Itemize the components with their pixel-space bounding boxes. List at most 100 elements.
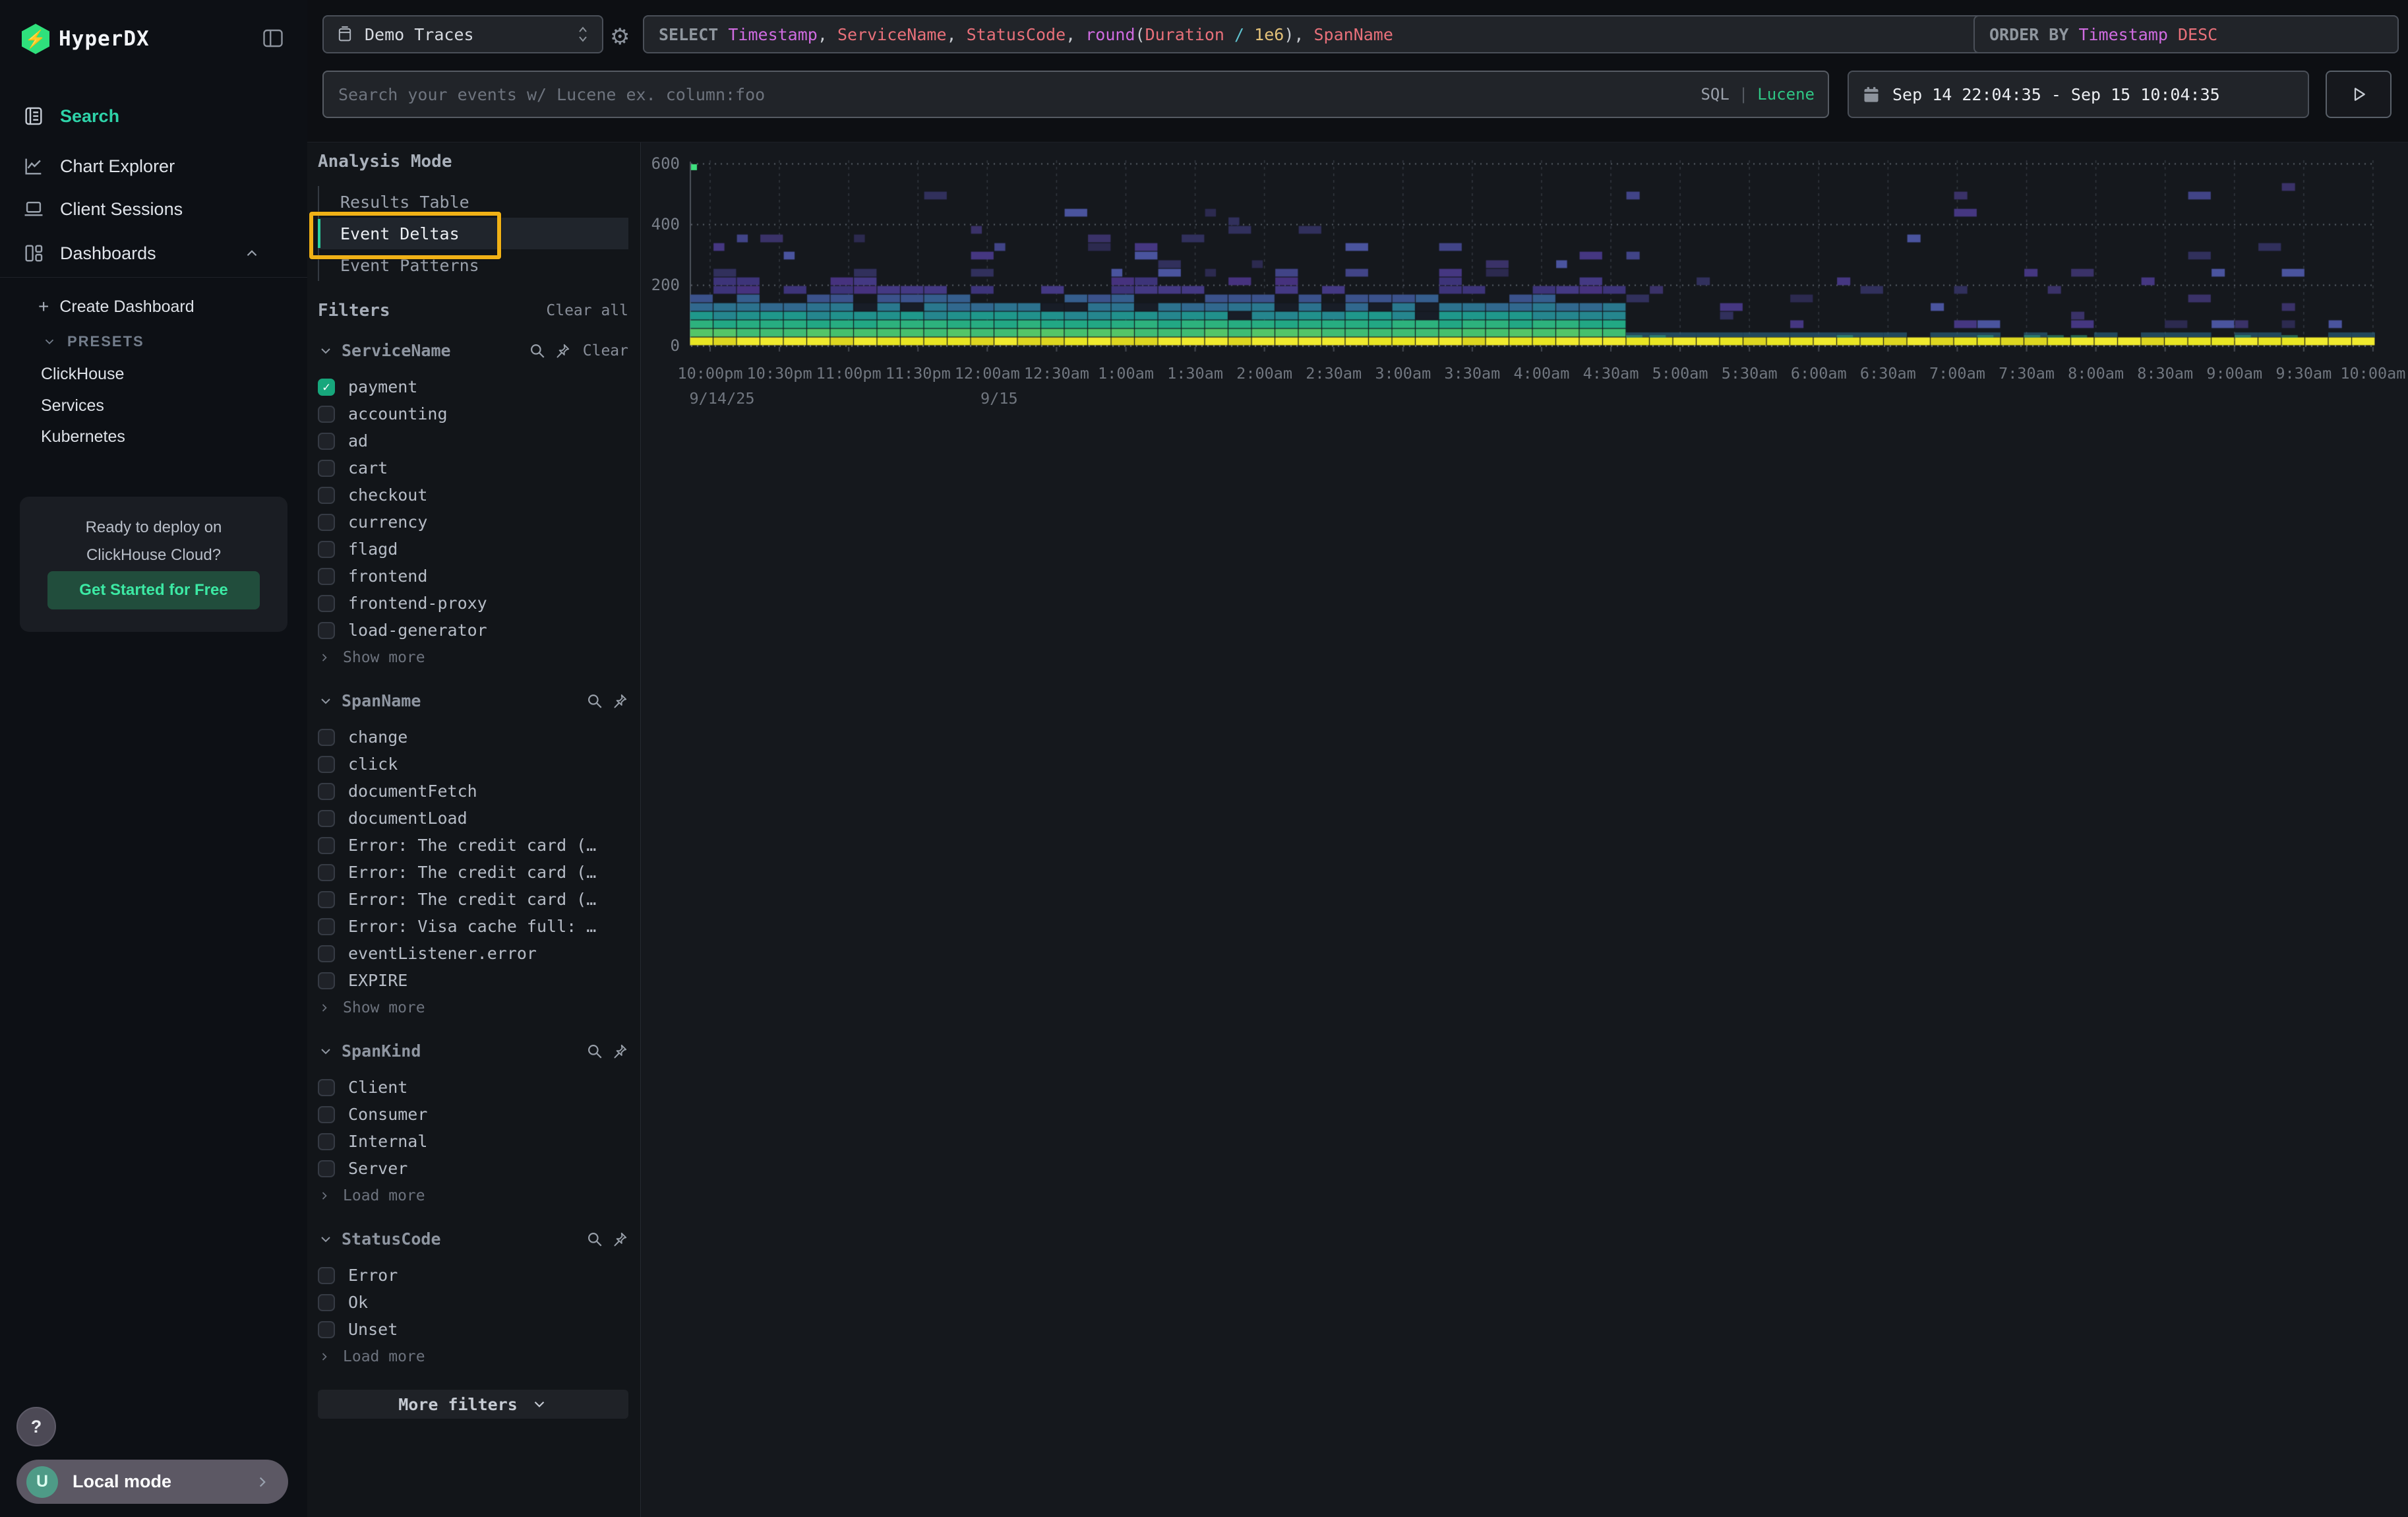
checkbox[interactable] [318, 541, 335, 558]
facet-header[interactable]: ServiceNameClear [318, 340, 628, 361]
tab-event-patterns[interactable]: Event Patterns [319, 249, 628, 281]
checkbox[interactable] [318, 622, 335, 639]
chevron-down-icon[interactable] [318, 693, 334, 709]
toggle-lucene[interactable]: Lucene [1757, 85, 1815, 104]
checkbox[interactable] [318, 1133, 335, 1150]
checkbox[interactable] [318, 460, 335, 477]
duration-heatmap-chart[interactable]: 6004002000 10:00pm10:30pm11:00pm11:30pm1… [642, 142, 2408, 1517]
checkbox[interactable] [318, 487, 335, 504]
checkbox-checked[interactable]: ✓ [318, 379, 335, 396]
run-query-button[interactable] [2326, 71, 2392, 118]
facet-option-change[interactable]: change [318, 724, 628, 751]
facet-show-more-button[interactable]: Show more [318, 994, 628, 1021]
checkbox[interactable] [318, 945, 335, 962]
pin-icon[interactable] [611, 1231, 628, 1248]
facet-header[interactable]: SpanName [318, 691, 628, 711]
sidebar-item-services[interactable]: Services [41, 391, 104, 420]
pin-icon[interactable] [611, 693, 628, 710]
sidebar-item-chart-explorer[interactable]: Chart Explorer [22, 149, 175, 183]
search-icon[interactable] [529, 342, 546, 359]
user-menu[interactable]: U Local mode [16, 1460, 288, 1504]
gear-icon[interactable]: ⚙ [610, 24, 630, 50]
checkbox[interactable] [318, 756, 335, 773]
facet-option-client[interactable]: Client [318, 1074, 628, 1101]
facet-load-more-button[interactable]: Load more [318, 1182, 628, 1209]
facet-option-currency[interactable]: currency [318, 509, 628, 536]
checkbox[interactable] [318, 891, 335, 908]
checkbox[interactable] [318, 1294, 335, 1311]
facet-option-error-the-credit-card-[interactable]: Error: The credit card (… [318, 832, 628, 859]
facet-option-eventlistener-error[interactable]: eventListener.error [318, 940, 628, 967]
checkbox[interactable] [318, 1160, 335, 1177]
toggle-sql[interactable]: SQL [1701, 85, 1729, 104]
chevron-down-icon[interactable] [318, 343, 334, 359]
sidebar-item-dashboards[interactable]: Dashboards [22, 236, 286, 270]
facet-option-flagd[interactable]: flagd [318, 536, 628, 563]
get-started-button[interactable]: Get Started for Free [47, 571, 260, 609]
checkbox[interactable] [318, 810, 335, 827]
facet-option-error-the-credit-card-[interactable]: Error: The credit card (… [318, 859, 628, 886]
heatmap-canvas[interactable] [690, 159, 2375, 352]
facet-option-frontend[interactable]: frontend [318, 563, 628, 590]
chevron-down-icon[interactable] [318, 1231, 334, 1247]
facet-option-documentfetch[interactable]: documentFetch [318, 778, 628, 805]
chevron-down-icon[interactable] [318, 1043, 334, 1059]
chevron-up-icon[interactable] [243, 245, 260, 262]
checkbox[interactable] [318, 864, 335, 881]
checkbox[interactable] [318, 595, 335, 612]
help-button[interactable]: ? [16, 1407, 56, 1446]
facet-show-more-button[interactable]: Show more [318, 644, 628, 671]
facet-option-expire[interactable]: EXPIRE [318, 967, 628, 994]
checkbox[interactable] [318, 1106, 335, 1123]
facet-option-error[interactable]: Error [318, 1262, 628, 1289]
facet-option-ad[interactable]: ad [318, 427, 628, 454]
event-search-bar[interactable]: SQL | Lucene [322, 71, 1829, 118]
sidebar-item-client-sessions[interactable]: Client Sessions [22, 192, 183, 226]
checkbox[interactable] [318, 972, 335, 989]
facet-clear-button[interactable]: Clear [583, 342, 628, 359]
search-icon[interactable] [586, 693, 603, 710]
time-range-picker[interactable]: Sep 14 22:04:35 - Sep 15 10:04:35 [1848, 71, 2309, 118]
checkbox[interactable] [318, 433, 335, 450]
facet-option-unset[interactable]: Unset [318, 1316, 628, 1343]
checkbox[interactable] [318, 1079, 335, 1096]
facet-option-ok[interactable]: Ok [318, 1289, 628, 1316]
pin-icon[interactable] [554, 342, 571, 359]
more-filters-button[interactable]: More filters [318, 1390, 628, 1419]
checkbox[interactable] [318, 1321, 335, 1338]
facet-option-accounting[interactable]: accounting [318, 400, 628, 427]
facet-option-frontend-proxy[interactable]: frontend-proxy [318, 590, 628, 617]
facet-option-cart[interactable]: cart [318, 454, 628, 481]
sidebar-item-kubernetes[interactable]: Kubernetes [41, 422, 125, 451]
brand-logo[interactable]: ⚡ HyperDX [22, 24, 150, 54]
tab-results-table[interactable]: Results Table [319, 186, 628, 218]
sidebar-collapse-icon[interactable] [261, 26, 285, 50]
checkbox[interactable] [318, 514, 335, 531]
order-by-editor[interactable]: ORDER BY Timestamp DESC [1973, 15, 2399, 53]
search-input[interactable] [337, 84, 1701, 105]
checkbox[interactable] [318, 1267, 335, 1284]
facet-header[interactable]: StatusCode [318, 1229, 628, 1249]
facet-option-error-the-credit-card-[interactable]: Error: The credit card (… [318, 886, 628, 913]
checkbox[interactable] [318, 918, 335, 935]
facet-option-error-visa-cache-full-[interactable]: Error: Visa cache full: … [318, 913, 628, 940]
checkbox[interactable] [318, 729, 335, 746]
language-toggle[interactable]: SQL | Lucene [1701, 85, 1815, 104]
tab-event-deltas[interactable]: Event Deltas [319, 218, 628, 249]
facet-option-consumer[interactable]: Consumer [318, 1101, 628, 1128]
checkbox[interactable] [318, 783, 335, 800]
sidebar-item-search[interactable]: Search [22, 99, 119, 133]
search-icon[interactable] [586, 1231, 603, 1248]
checkbox[interactable] [318, 837, 335, 854]
facet-load-more-button[interactable]: Load more [318, 1343, 628, 1370]
facet-option-click[interactable]: click [318, 751, 628, 778]
create-dashboard-button[interactable]: + Create Dashboard [38, 292, 195, 321]
facet-header[interactable]: SpanKind [318, 1041, 628, 1061]
clear-all-button[interactable]: Clear all [546, 302, 628, 319]
facet-option-payment[interactable]: ✓payment [318, 373, 628, 400]
search-icon[interactable] [586, 1043, 603, 1060]
facet-option-server[interactable]: Server [318, 1155, 628, 1182]
sidebar-item-clickhouse[interactable]: ClickHouse [41, 359, 124, 388]
facet-option-documentload[interactable]: documentLoad [318, 805, 628, 832]
presets-group-toggle[interactable]: PRESETS [42, 327, 144, 356]
